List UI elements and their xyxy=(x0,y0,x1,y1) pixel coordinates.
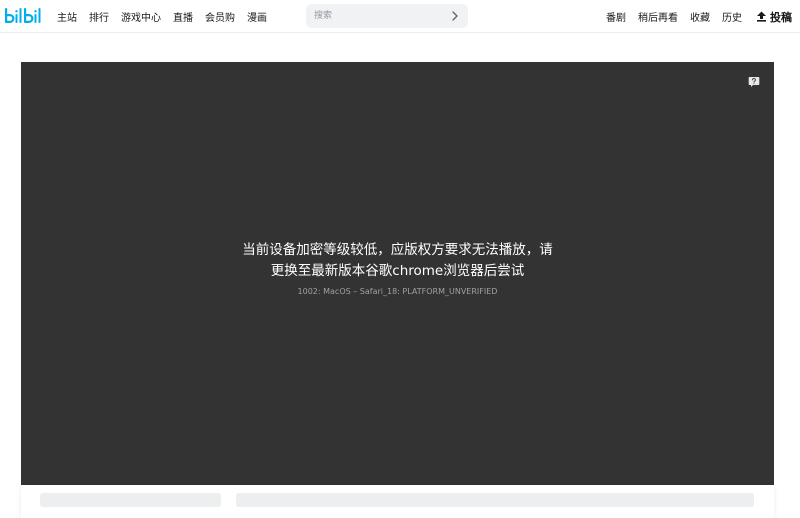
feedback-icon[interactable] xyxy=(748,76,760,88)
video-player[interactable]: 当前设备加密等级较低，应版权方要求无法播放，请 更换至最新版本谷歌chrome浏… xyxy=(21,62,774,485)
nav-item-bangumi[interactable]: 番剧 xyxy=(606,9,626,24)
upload-label: 投稿 xyxy=(770,10,792,24)
top-navigation-bar: 主站 排行 游戏中心 直播 会员购 漫画 番剧 稍后再看 收藏 历史 投稿 xyxy=(0,0,800,33)
nav-item-watch-later[interactable]: 稍后再看 xyxy=(638,9,678,24)
loading-placeholder xyxy=(236,493,754,507)
nav-item-manga[interactable]: 漫画 xyxy=(247,9,267,24)
error-code: 1002: MacOS – Safari_18: PLATFORM_UNVERI… xyxy=(297,287,498,296)
playback-error-message: 当前设备加密等级较低，应版权方要求无法播放，请 更换至最新版本谷歌chrome浏… xyxy=(21,240,774,282)
below-player-area xyxy=(21,485,774,518)
search-box xyxy=(306,4,468,28)
nav-item-game-center[interactable]: 游戏中心 xyxy=(121,9,161,24)
upload-icon xyxy=(757,11,766,22)
bilibili-logo[interactable] xyxy=(4,6,44,26)
nav-item-ranking[interactable]: 排行 xyxy=(89,9,109,24)
loading-placeholder xyxy=(40,493,221,507)
nav-item-main-site[interactable]: 主站 xyxy=(57,9,77,24)
nav-item-history[interactable]: 历史 xyxy=(722,9,742,24)
upload-button[interactable]: 投稿 xyxy=(756,9,792,25)
main-nav: 主站 排行 游戏中心 直播 会员购 漫画 xyxy=(57,0,279,33)
search-input[interactable] xyxy=(314,8,444,24)
nav-item-favorites[interactable]: 收藏 xyxy=(690,9,710,24)
error-message-line-1: 当前设备加密等级较低，应版权方要求无法播放，请 xyxy=(242,242,553,258)
user-nav: 番剧 稍后再看 收藏 历史 投稿 xyxy=(594,0,792,33)
error-message-line-2: 更换至最新版本谷歌chrome浏览器后尝试 xyxy=(270,263,525,279)
nav-item-live[interactable]: 直播 xyxy=(173,9,193,24)
nav-item-member-shop[interactable]: 会员购 xyxy=(205,9,235,24)
chevron-right-icon[interactable] xyxy=(448,9,462,23)
